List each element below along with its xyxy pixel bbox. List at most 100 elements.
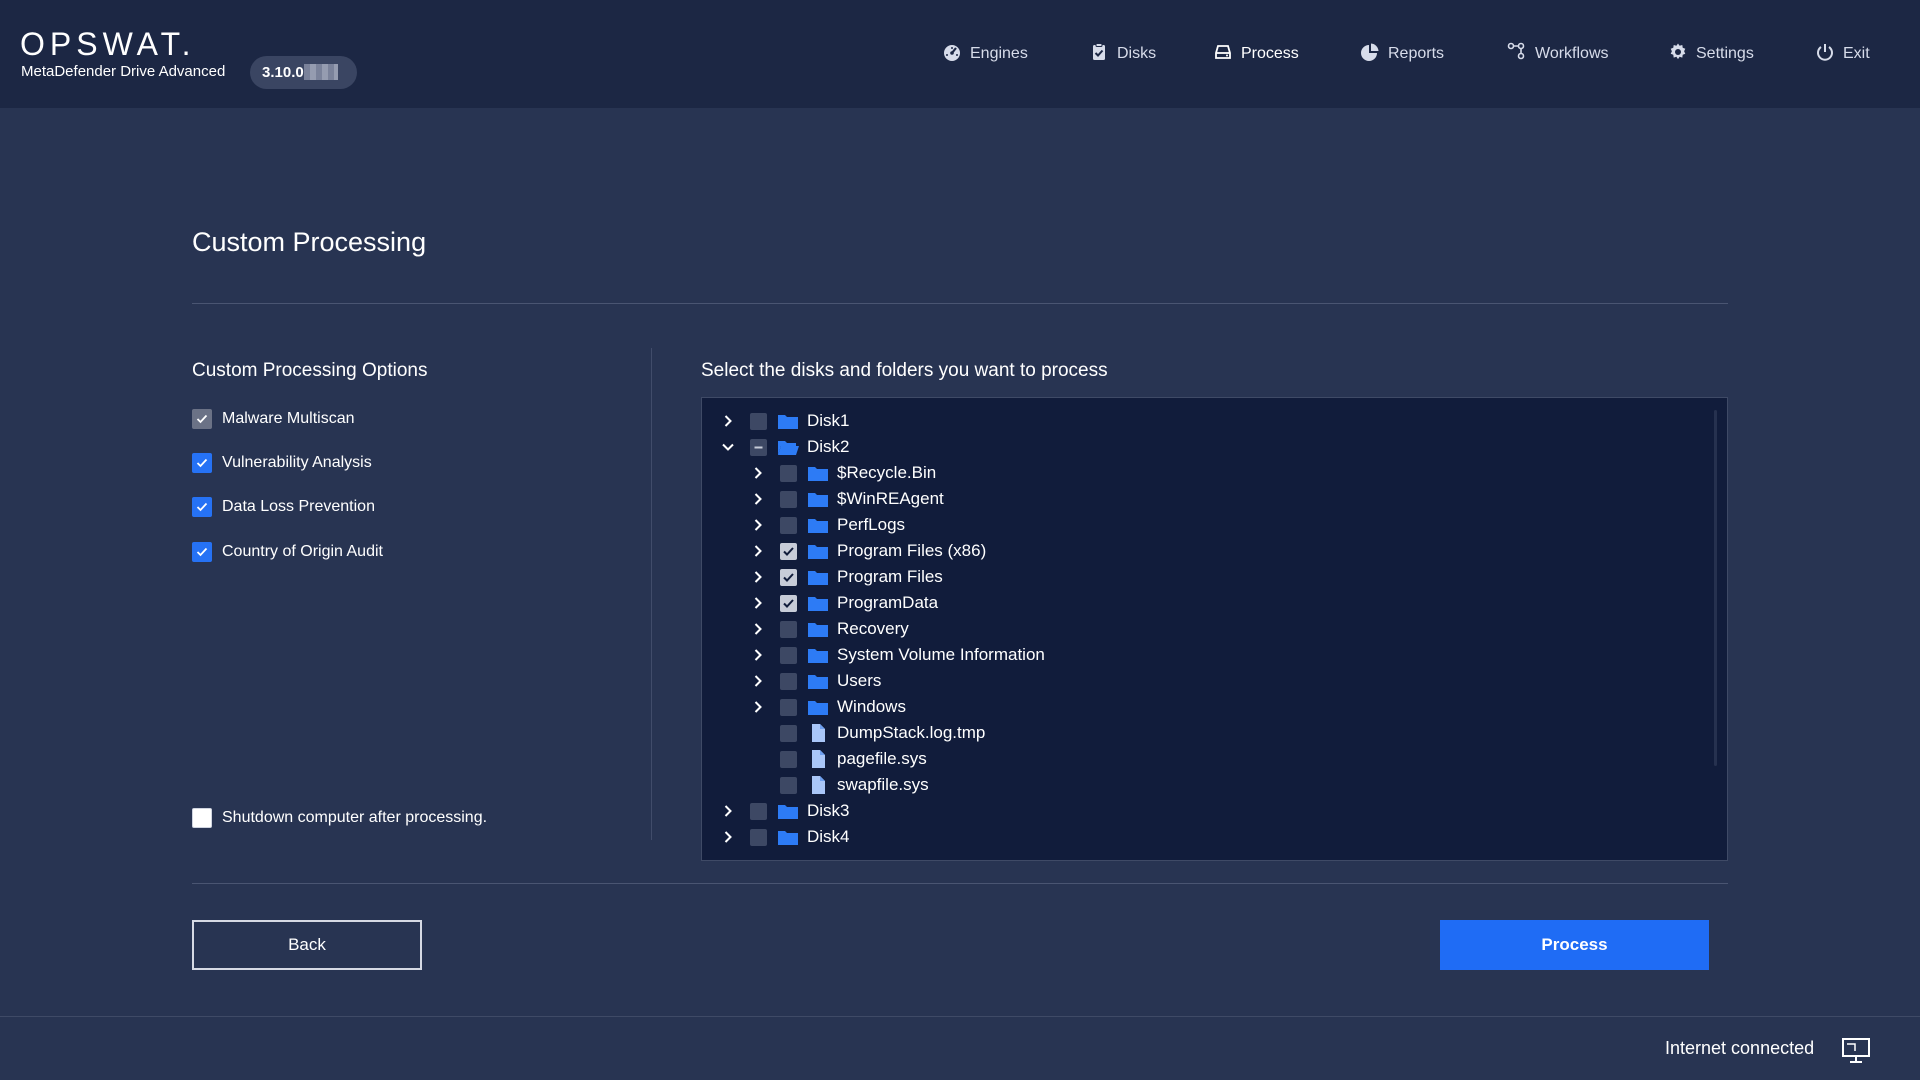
folder-icon — [807, 620, 829, 638]
chevron-right-icon[interactable] — [720, 803, 736, 819]
tree-row-winreagent[interactable]: $WinREAgent — [750, 487, 944, 511]
chevron-right-icon[interactable] — [750, 699, 766, 715]
tree-checkbox[interactable] — [780, 516, 797, 534]
folder-icon — [807, 672, 829, 690]
chevron-right-icon[interactable] — [750, 517, 766, 533]
chevron-right-icon[interactable] — [720, 413, 736, 429]
tree-checkbox[interactable] — [780, 464, 797, 482]
tree-row-label: Program Files — [837, 567, 943, 586]
tree-row-program-files[interactable]: Program Files — [750, 565, 943, 589]
data-loss-prevention-checkbox[interactable] — [192, 497, 212, 517]
product-name: MetaDefender Drive Advanced — [21, 63, 226, 80]
back-button[interactable]: Back — [192, 920, 422, 970]
option-label: Malware Multiscan — [222, 410, 355, 427]
tree-row-label: $WinREAgent — [837, 489, 944, 508]
tree-checkbox[interactable] — [780, 776, 797, 794]
process-button[interactable]: Process — [1440, 920, 1709, 970]
tree-checkbox[interactable] — [780, 542, 797, 560]
option-shutdown[interactable]: Shutdown computer after processing. — [192, 808, 487, 828]
file-icon — [807, 776, 829, 794]
tree-row-label: $Recycle.Bin — [837, 463, 937, 482]
tree-row-disk1[interactable]: Disk1 — [720, 409, 850, 433]
tree-row-dumpstack-log-tmp[interactable]: DumpStack.log.tmp — [750, 721, 985, 745]
tree-row-system-volume-information[interactable]: System Volume Information — [750, 643, 1045, 667]
nav-reports[interactable]: Reports — [1360, 42, 1444, 66]
tree-checkbox[interactable] — [750, 828, 767, 846]
power-icon — [1815, 42, 1835, 67]
tree-checkbox[interactable] — [780, 490, 797, 508]
top-bar: OPSWAT. MetaDefender Drive Advanced 3.10… — [0, 0, 1920, 108]
connection-status: Internet connected — [1665, 1038, 1815, 1058]
tree-row-perflogs[interactable]: PerfLogs — [750, 513, 905, 537]
nav-settings-label: Settings — [1696, 45, 1754, 62]
nav-engines[interactable]: Engines — [942, 42, 1028, 66]
nav-disks[interactable]: Disks — [1089, 42, 1156, 66]
tree-checkbox[interactable] — [780, 750, 797, 768]
tree-row-disk2[interactable]: Disk2 — [720, 435, 850, 459]
folder-icon — [807, 542, 829, 560]
tree-row-label: Recovery — [837, 619, 909, 638]
chevron-right-icon[interactable] — [750, 621, 766, 637]
shutdown-checkbox[interactable] — [192, 808, 212, 828]
monitor-icon[interactable] — [1841, 1036, 1871, 1064]
option-data-loss-prevention[interactable]: Data Loss Prevention — [192, 497, 375, 517]
chevron-right-icon[interactable] — [750, 543, 766, 559]
tree-row-label: Windows — [837, 697, 906, 716]
option-vulnerability-analysis[interactable]: Vulnerability Analysis — [192, 453, 372, 473]
tree-row-programdata[interactable]: ProgramData — [750, 591, 938, 615]
tree-checkbox[interactable] — [780, 646, 797, 664]
version-redacted — [303, 64, 338, 80]
file-icon — [807, 724, 829, 742]
tree-row-users[interactable]: Users — [750, 669, 881, 693]
option-malware-multiscan[interactable]: Malware Multiscan — [192, 409, 354, 429]
option-label: Vulnerability Analysis — [222, 454, 372, 471]
folder-icon — [807, 646, 829, 664]
tree-checkbox[interactable] — [780, 620, 797, 638]
chevron-right-icon[interactable] — [750, 673, 766, 689]
nav-workflows[interactable]: Workflows — [1507, 42, 1609, 66]
vulnerability-analysis-checkbox[interactable] — [192, 453, 212, 473]
nav-disks-label: Disks — [1117, 45, 1157, 62]
tree-scrollbar[interactable] — [1714, 410, 1717, 766]
tree-row-recycle-bin[interactable]: $Recycle.Bin — [750, 461, 936, 485]
folder-icon — [807, 516, 829, 534]
folder-icon — [777, 802, 799, 820]
tree-row-label: Program Files (x86) — [837, 541, 987, 560]
tree-checkbox[interactable] — [780, 672, 797, 690]
tree-row-pagefile-sys[interactable]: pagefile.sys — [750, 747, 927, 771]
tree-row-disk3[interactable]: Disk3 — [720, 799, 850, 823]
chevron-right-icon[interactable] — [750, 491, 766, 507]
tree-row-recovery[interactable]: Recovery — [750, 617, 909, 641]
country-of-origin-audit-checkbox[interactable] — [192, 542, 212, 562]
chevron-right-icon[interactable] — [750, 595, 766, 611]
tree-checkbox[interactable] — [750, 802, 767, 820]
tree-checkbox[interactable] — [780, 724, 797, 742]
chevron-right-icon[interactable] — [750, 569, 766, 585]
tree-row-windows[interactable]: Windows — [750, 695, 906, 719]
opswat-logo: OPSWAT. — [20, 26, 196, 62]
tree-checkbox[interactable] — [750, 412, 767, 430]
tree-row-swapfile-sys[interactable]: swapfile.sys — [750, 773, 929, 797]
nav-process[interactable]: Process — [1213, 42, 1299, 66]
workflow-icon — [1507, 42, 1527, 67]
nav-settings[interactable]: Settings — [1668, 42, 1754, 66]
tree-checkbox[interactable] — [780, 568, 797, 586]
column-divider — [651, 348, 652, 840]
tree-checkbox[interactable] — [780, 594, 797, 612]
tree-row-disk4[interactable]: Disk4 — [720, 825, 850, 849]
chevron-right-icon[interactable] — [750, 465, 766, 481]
chevron-down-icon[interactable] — [720, 439, 736, 455]
nav-engines-label: Engines — [970, 45, 1028, 62]
chevron-right-icon[interactable] — [720, 829, 736, 845]
option-country-of-origin-audit[interactable]: Country of Origin Audit — [192, 542, 383, 562]
tree-checkbox[interactable] — [750, 438, 767, 456]
folder-icon — [807, 568, 829, 586]
footer-divider — [0, 1016, 1920, 1017]
tree-row-program-files-x86[interactable]: Program Files (x86) — [750, 539, 986, 563]
disk-folder-tree[interactable]: Disk1 Disk2 $Recycle.Bin $WinREAgent PerfLog… — [701, 397, 1728, 861]
nav-exit[interactable]: Exit — [1815, 42, 1870, 66]
tree-checkbox[interactable] — [780, 698, 797, 716]
chevron-right-icon[interactable] — [750, 647, 766, 663]
malware-multiscan-checkbox[interactable] — [192, 409, 212, 429]
